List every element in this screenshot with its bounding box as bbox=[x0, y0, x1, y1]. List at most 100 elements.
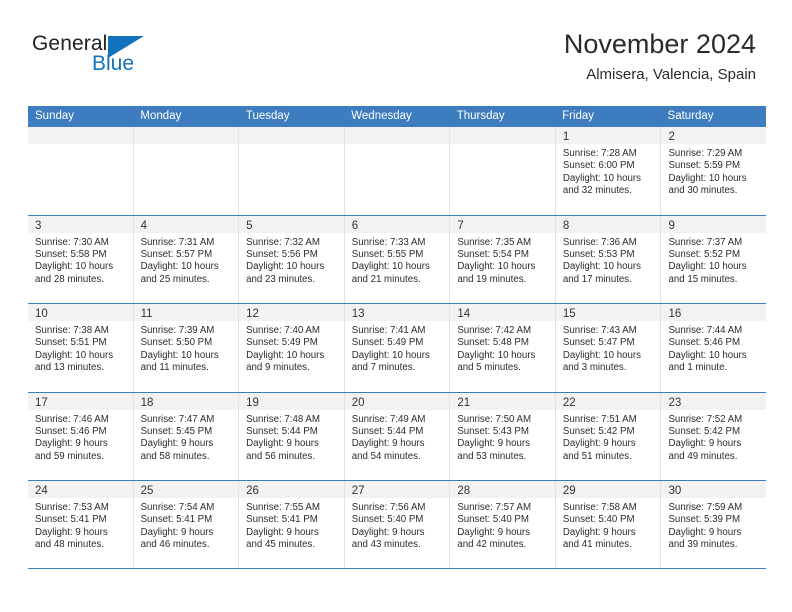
calendar-day-cell[interactable]: 15 Sunrise: 7:43 AM Sunset: 5:47 PM Dayligh… bbox=[555, 304, 662, 392]
day-number: 1 bbox=[562, 131, 570, 143]
day-details: Sunrise: 7:48 AM Sunset: 5:44 PM Daylight:… bbox=[239, 410, 344, 464]
day-detail-line: Sunrise: 7:57 AM bbox=[457, 502, 532, 513]
day-detail-line: Sunrise: 7:56 AM bbox=[351, 502, 426, 513]
calendar-day-cell[interactable]: 14 Sunrise: 7:42 AM Sunset: 5:48 PM Dayligh… bbox=[450, 304, 556, 392]
day-detail-line: Sunrise: 7:50 AM bbox=[457, 413, 532, 425]
day-detail-line: Daylight: 9 hours bbox=[457, 526, 531, 538]
day-detail-line: Sunrise: 7:51 AM bbox=[562, 413, 637, 425]
general-blue-logo[interactable]: General Blue bbox=[32, 33, 162, 79]
calendar-day-cell[interactable]: 29 Sunrise: 7:58 AM Sunset: 5:40 PM Dayligh… bbox=[555, 481, 662, 568]
day-number: 11 bbox=[140, 308, 153, 320]
day-detail-line: Sunset: 5:46 PM bbox=[668, 337, 741, 349]
calendar-day-cell[interactable]: 5 Sunrise: 7:32 AM Sunset: 5:56 PM Daylight… bbox=[239, 215, 345, 303]
calendar-cell-empty[interactable] bbox=[133, 127, 240, 215]
day-detail-line: Sunrise: 7:41 AM bbox=[351, 325, 426, 336]
calendar-day-cell[interactable]: 12 Sunrise: 7:40 AM Sunset: 5:49 PM Dayligh… bbox=[239, 304, 345, 392]
calendar-day-cell[interactable]: 3 Sunrise: 7:30 AM Sunset: 5:58 PM Daylight… bbox=[28, 215, 134, 303]
calendar-day-cell[interactable]: 25 Sunrise: 7:54 AM Sunset: 5:41 PM Dayligh… bbox=[133, 481, 240, 568]
calendar-day-cell[interactable]: 20 Sunrise: 7:49 AM Sunset: 5:44 PM Dayligh… bbox=[344, 392, 451, 480]
day-number-band: 28 bbox=[450, 481, 555, 498]
calendar-week-row: 17 Sunrise: 7:46 AM Sunset: 5:46 PM Dayligh… bbox=[28, 391, 767, 480]
day-detail-line: Daylight: 10 hours bbox=[351, 261, 430, 273]
day-number-band: 4 bbox=[133, 215, 239, 233]
day-details: Sunrise: 7:30 AM Sunset: 5:58 PM Daylight:… bbox=[28, 233, 133, 287]
day-details: Sunrise: 7:28 AM Sunset: 6:00 PM Daylight:… bbox=[556, 144, 661, 198]
day-detail-line: Daylight: 10 hours bbox=[457, 349, 536, 361]
calendar-cell-empty[interactable] bbox=[239, 127, 345, 215]
day-number: 2 bbox=[668, 131, 675, 143]
calendar-day-cell[interactable]: 26 Sunrise: 7:55 AM Sunset: 5:41 PM Dayligh… bbox=[239, 481, 345, 568]
day-detail-line: Sunrise: 7:44 AM bbox=[668, 325, 743, 336]
day-number: 10 bbox=[35, 308, 48, 320]
day-number: 19 bbox=[246, 396, 259, 409]
day-number: 30 bbox=[668, 485, 682, 497]
day-detail-line: and 28 minutes. bbox=[35, 273, 104, 285]
day-number-band: 6 bbox=[344, 215, 450, 233]
weekday-header-friday: Friday bbox=[562, 110, 595, 122]
calendar-day-cell[interactable]: 21 Sunrise: 7:50 AM Sunset: 5:43 PM Dayligh… bbox=[450, 392, 556, 480]
day-detail-line: Daylight: 10 hours bbox=[140, 261, 219, 273]
calendar-day-cell[interactable]: 27 Sunrise: 7:56 AM Sunset: 5:40 PM Dayligh… bbox=[344, 481, 451, 568]
calendar-day-cell[interactable]: 10 Sunrise: 7:38 AM Sunset: 5:51 PM Dayligh… bbox=[28, 304, 134, 392]
calendar-day-cell[interactable]: 30 Sunrise: 7:59 AM Sunset: 5:39 PM Dayligh… bbox=[661, 481, 767, 568]
day-number-band: 26 bbox=[239, 481, 344, 498]
day-details: Sunrise: 7:33 AM Sunset: 5:55 PM Daylight:… bbox=[345, 233, 450, 287]
weekday-header-row: Sunday Monday Tuesday Wednesday Thursday Frid… bbox=[28, 106, 766, 126]
calendar-day-cell[interactable]: 16 Sunrise: 7:44 AM Sunset: 5:46 PM Dayligh… bbox=[661, 304, 767, 392]
day-details: Sunrise: 7:32 AM Sunset: 5:56 PM Daylight:… bbox=[239, 233, 344, 287]
day-detail-line: Sunrise: 7:39 AM bbox=[140, 325, 215, 336]
day-detail-line: Daylight: 9 hours bbox=[668, 438, 742, 450]
day-detail-line: Sunrise: 7:36 AM bbox=[562, 236, 637, 248]
day-number-band: 11 bbox=[133, 304, 239, 321]
calendar-cell-empty[interactable] bbox=[450, 127, 556, 215]
day-detail-line: and 54 minutes. bbox=[351, 450, 421, 462]
day-detail-line: and 25 minutes. bbox=[140, 273, 210, 285]
calendar-day-cell[interactable]: 28 Sunrise: 7:57 AM Sunset: 5:40 PM Dayligh… bbox=[450, 481, 556, 568]
day-detail-line: and 53 minutes. bbox=[457, 450, 527, 462]
calendar-day-cell[interactable]: 11 Sunrise: 7:39 AM Sunset: 5:50 PM Dayligh… bbox=[133, 304, 240, 392]
day-detail-line: Sunset: 5:44 PM bbox=[351, 425, 424, 437]
calendar-day-cell[interactable]: 7 Sunrise: 7:35 AM Sunset: 5:54 PM Daylight… bbox=[450, 215, 556, 303]
calendar-day-cell[interactable]: 1 Sunrise: 7:28 AM Sunset: 6:00 PM Daylight… bbox=[555, 127, 662, 215]
calendar-day-cell[interactable]: 8 Sunrise: 7:36 AM Sunset: 5:53 PM Daylight… bbox=[555, 215, 662, 303]
calendar-day-cell[interactable]: 19 Sunrise: 7:48 AM Sunset: 5:44 PM Dayligh… bbox=[239, 392, 345, 480]
day-detail-line: Sunset: 5:39 PM bbox=[668, 514, 741, 526]
calendar-cell-empty[interactable] bbox=[344, 127, 451, 215]
day-detail-line: Sunset: 5:57 PM bbox=[140, 248, 213, 260]
calendar-day-cell[interactable]: 6 Sunrise: 7:33 AM Sunset: 5:55 PM Daylight… bbox=[344, 215, 451, 303]
day-detail-line: Sunset: 5:51 PM bbox=[35, 337, 107, 349]
calendar-day-cell[interactable]: 13 Sunrise: 7:41 AM Sunset: 5:49 PM Dayligh… bbox=[344, 304, 451, 392]
day-detail-line: Daylight: 9 hours bbox=[351, 526, 425, 538]
day-detail-line: and 43 minutes. bbox=[351, 539, 421, 551]
day-number-band bbox=[28, 127, 133, 144]
day-detail-line: Daylight: 9 hours bbox=[246, 526, 319, 538]
calendar-day-cell[interactable]: 22 Sunrise: 7:51 AM Sunset: 5:42 PM Dayligh… bbox=[555, 392, 662, 480]
day-details: Sunrise: 7:40 AM Sunset: 5:49 PM Daylight:… bbox=[239, 321, 344, 375]
day-number: 5 bbox=[246, 219, 253, 232]
day-number-band: 24 bbox=[28, 481, 133, 498]
calendar-day-cell[interactable]: 17 Sunrise: 7:46 AM Sunset: 5:46 PM Dayligh… bbox=[28, 392, 134, 480]
day-number-band: 12 bbox=[239, 304, 344, 321]
day-number: 16 bbox=[668, 308, 682, 320]
day-detail-line: Sunrise: 7:31 AM bbox=[140, 236, 215, 248]
day-detail-line: Daylight: 9 hours bbox=[35, 526, 108, 538]
page-header: General Blue November 2024 Almisera, Val… bbox=[0, 0, 792, 83]
day-details: Sunrise: 7:35 AM Sunset: 5:54 PM Daylight:… bbox=[450, 233, 555, 287]
day-number: 14 bbox=[457, 308, 471, 320]
calendar-day-cell[interactable]: 2 Sunrise: 7:29 AM Sunset: 5:59 PM Daylight… bbox=[661, 127, 767, 215]
day-detail-line: Sunset: 5:48 PM bbox=[457, 337, 529, 349]
weekday-header-tuesday: Tuesday bbox=[245, 110, 290, 122]
calendar-day-cell[interactable]: 4 Sunrise: 7:31 AM Sunset: 5:57 PM Daylight… bbox=[133, 215, 240, 303]
day-number-band: 2 bbox=[661, 127, 767, 144]
calendar-day-cell[interactable]: 9 Sunrise: 7:37 AM Sunset: 5:52 PM Daylight… bbox=[661, 215, 767, 303]
day-detail-line: Sunset: 5:41 PM bbox=[35, 514, 107, 526]
calendar-day-cell[interactable]: 24 Sunrise: 7:53 AM Sunset: 5:41 PM Dayligh… bbox=[28, 481, 134, 568]
calendar-day-cell[interactable]: 18 Sunrise: 7:47 AM Sunset: 5:45 PM Dayligh… bbox=[133, 392, 240, 480]
day-detail-line: Sunrise: 7:40 AM bbox=[246, 325, 320, 336]
day-details: Sunrise: 7:53 AM Sunset: 5:41 PM Daylight:… bbox=[28, 498, 133, 552]
calendar-day-cell[interactable]: 23 Sunrise: 7:52 AM Sunset: 5:42 PM Dayligh… bbox=[661, 392, 767, 480]
weekday-header-wednesday: Wednesday bbox=[351, 110, 412, 122]
day-number-band: 23 bbox=[661, 392, 767, 410]
calendar-cell-empty[interactable] bbox=[28, 127, 134, 215]
day-detail-line: Daylight: 10 hours bbox=[35, 349, 114, 361]
